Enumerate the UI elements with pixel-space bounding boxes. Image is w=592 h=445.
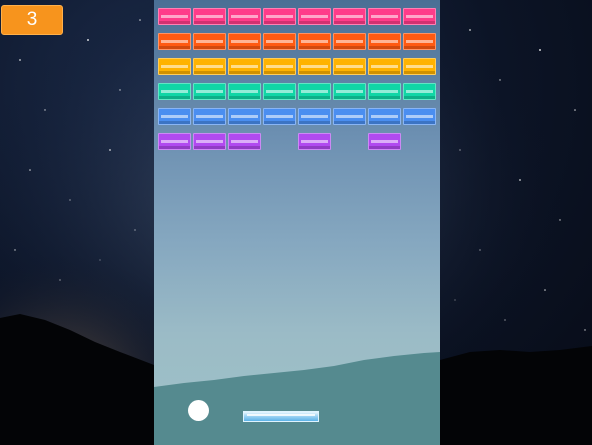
brick-orange: [228, 33, 261, 50]
brick-purple: [158, 133, 191, 150]
brick-blue: [193, 108, 226, 125]
brick-yellow: [333, 58, 366, 75]
game-playfield[interactable]: [154, 0, 440, 445]
brick-teal: [228, 83, 261, 100]
brick-yellow: [158, 58, 191, 75]
brick-blue: [403, 108, 436, 125]
brick-pink: [158, 8, 191, 25]
brick-blue: [158, 108, 191, 125]
brick-pink: [403, 8, 436, 25]
brick-blue: [333, 108, 366, 125]
brick-pink: [193, 8, 226, 25]
brick-pink: [263, 8, 296, 25]
brick-blue: [263, 108, 296, 125]
brick-teal: [193, 83, 226, 100]
brick-pink: [368, 8, 401, 25]
brick-yellow: [228, 58, 261, 75]
brick-yellow: [298, 58, 331, 75]
brick-teal: [263, 83, 296, 100]
ball: [188, 400, 209, 421]
score-counter: 3: [1, 5, 63, 35]
brick-orange: [368, 33, 401, 50]
brick-teal: [158, 83, 191, 100]
brick-purple: [193, 133, 226, 150]
brick-purple: [228, 133, 261, 150]
brick-yellow: [263, 58, 296, 75]
brick-teal: [298, 83, 331, 100]
brick-orange: [158, 33, 191, 50]
brick-orange: [193, 33, 226, 50]
brick-pink: [333, 8, 366, 25]
brick-orange: [333, 33, 366, 50]
brick-yellow: [368, 58, 401, 75]
brick-teal: [333, 83, 366, 100]
brick-teal: [403, 83, 436, 100]
brick-yellow: [193, 58, 226, 75]
brick-pink: [228, 8, 261, 25]
brick-purple: [368, 133, 401, 150]
brick-yellow: [403, 58, 436, 75]
brick-blue: [368, 108, 401, 125]
brick-blue: [228, 108, 261, 125]
brick-teal: [368, 83, 401, 100]
brick-blue: [298, 108, 331, 125]
brick-orange: [298, 33, 331, 50]
paddle[interactable]: [243, 411, 319, 422]
brick-orange: [263, 33, 296, 50]
brick-orange: [403, 33, 436, 50]
brick-purple: [298, 133, 331, 150]
brick-pink: [298, 8, 331, 25]
